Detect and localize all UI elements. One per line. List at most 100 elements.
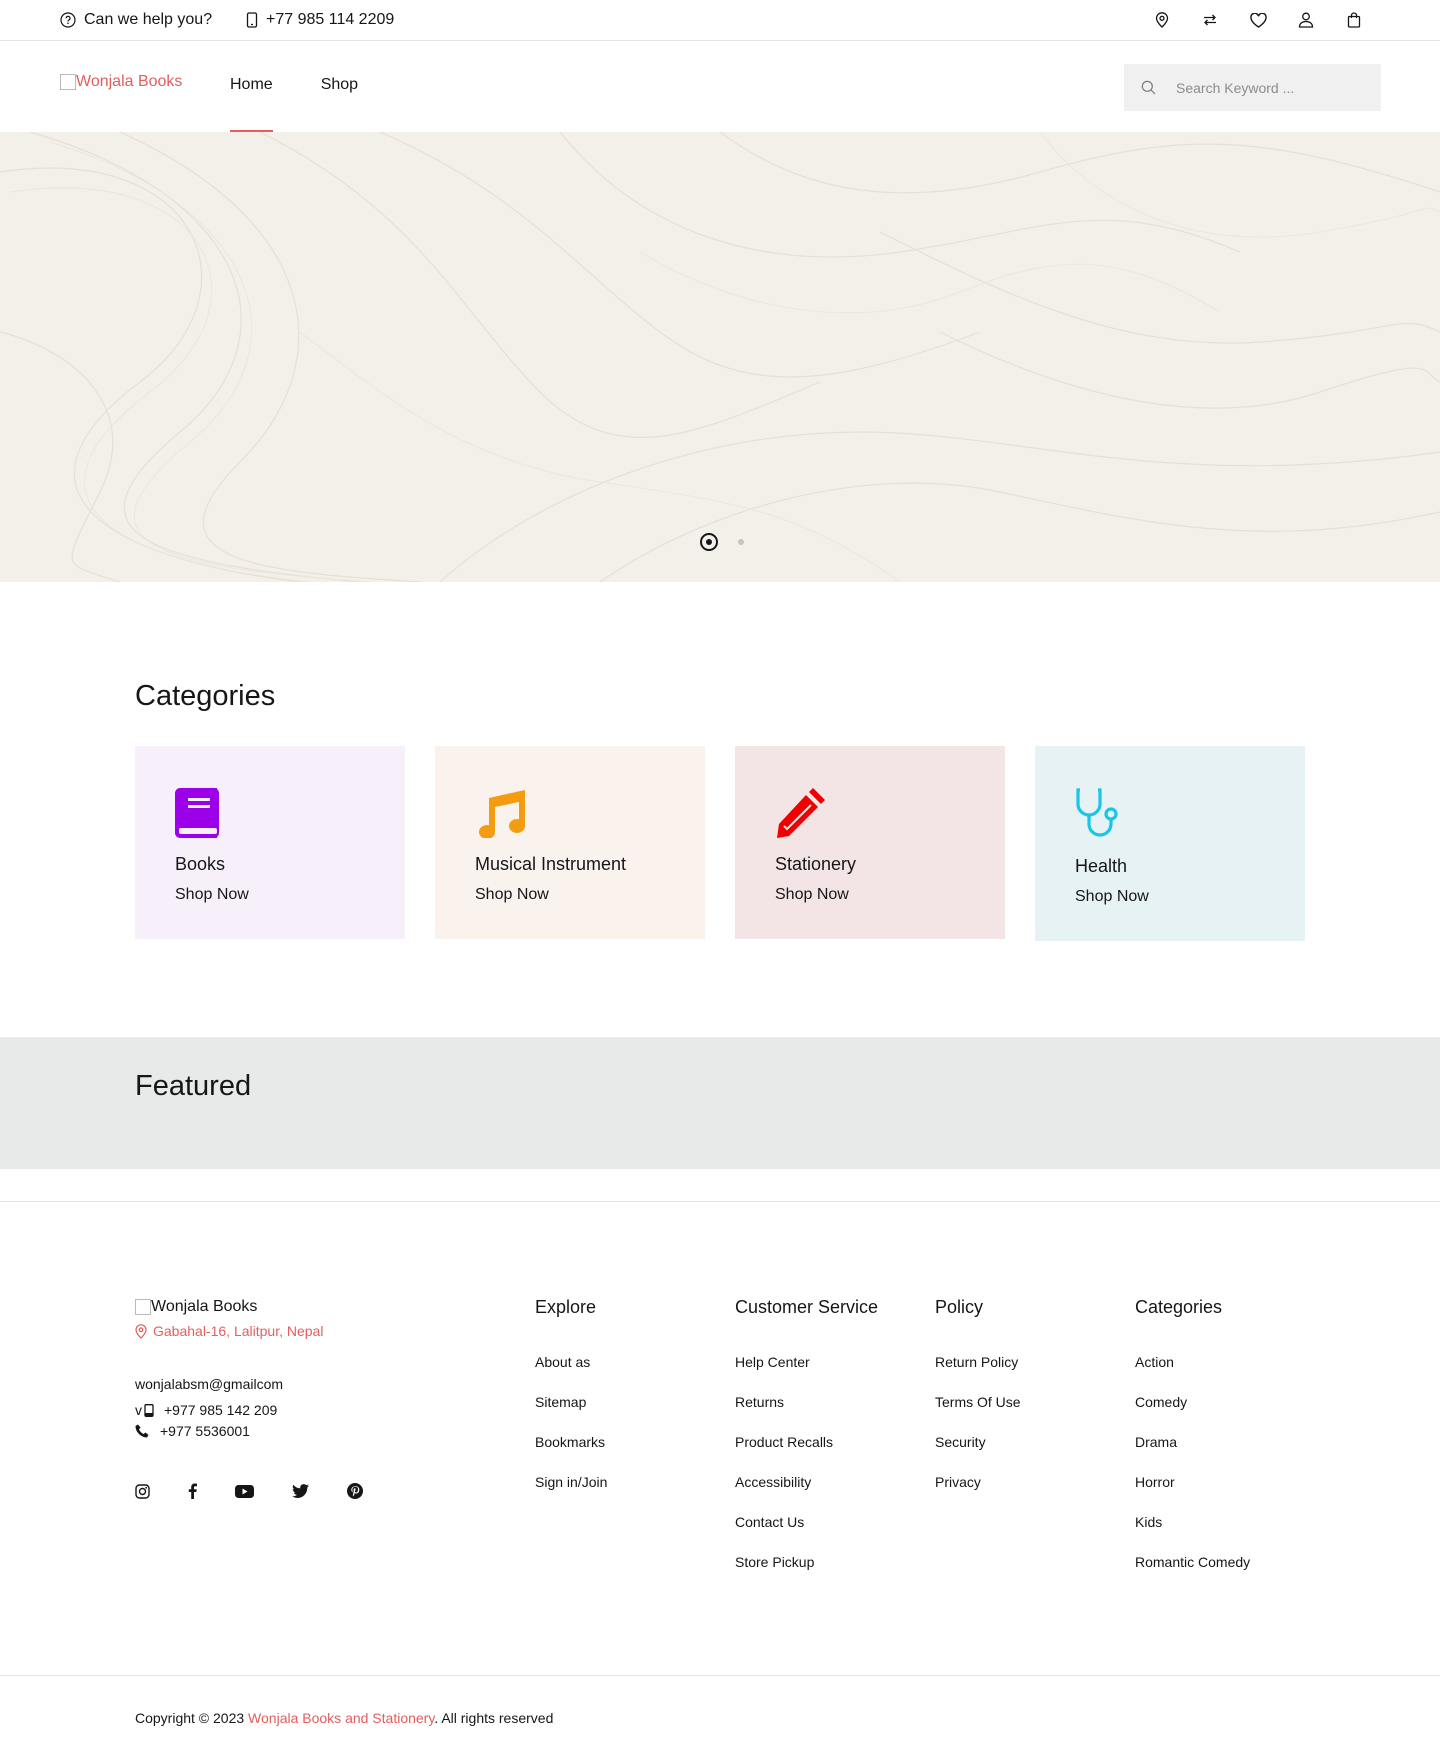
music-note-icon bbox=[475, 788, 525, 838]
footer-link[interactable]: Returns bbox=[735, 1394, 878, 1434]
help-icon bbox=[60, 12, 76, 28]
footer-link[interactable]: Kids bbox=[1135, 1514, 1250, 1554]
footer-email[interactable]: wonjalabsm@gmailcom bbox=[135, 1376, 283, 1392]
instagram-icon[interactable] bbox=[135, 1480, 150, 1502]
compare-icon[interactable] bbox=[1186, 0, 1234, 40]
footer-col-title: Customer Service bbox=[735, 1297, 879, 1317]
pencil-icon bbox=[775, 788, 825, 838]
slider-dot[interactable] bbox=[738, 539, 744, 545]
copyright-divider bbox=[0, 1675, 1440, 1676]
footer-link[interactable]: Sitemap bbox=[535, 1394, 607, 1434]
shop-now-link[interactable]: Shop Now bbox=[775, 886, 849, 904]
footer-link[interactable]: Security bbox=[935, 1434, 1021, 1474]
mobile-icon bbox=[144, 1403, 154, 1417]
category-card-stationery[interactable]: Stationery Shop Now bbox=[735, 746, 1005, 939]
topbar-phone: +77 985 114 2209 bbox=[266, 11, 395, 28]
footer-link[interactable]: Help Center bbox=[735, 1354, 878, 1394]
footer-address: Gabahal-16, Lalitpur, Nepal bbox=[135, 1323, 323, 1339]
footer-link[interactable]: Drama bbox=[1135, 1434, 1250, 1474]
footer-logo-alt: Wonjala Books bbox=[151, 1298, 258, 1315]
footer-telephone[interactable]: +977 5536001 bbox=[135, 1423, 250, 1439]
categories-title: Categories bbox=[135, 680, 276, 712]
hero-slider bbox=[0, 132, 1440, 582]
search-input[interactable] bbox=[1176, 79, 1366, 96]
help-text: Can we help you? bbox=[84, 11, 213, 28]
youtube-icon[interactable] bbox=[235, 1480, 254, 1502]
footer-link[interactable]: Comedy bbox=[1135, 1394, 1250, 1434]
footer-logo[interactable]: Wonjala Books bbox=[135, 1298, 257, 1316]
footer-col-customer-service: Customer Service Help Center Returns Pro… bbox=[735, 1297, 878, 1594]
category-card-musical-instrument[interactable]: Musical Instrument Shop Now bbox=[435, 746, 705, 939]
search-icon[interactable] bbox=[1141, 80, 1156, 95]
broken-image-icon bbox=[135, 1299, 151, 1315]
user-icon[interactable] bbox=[1282, 0, 1330, 40]
footer-link[interactable]: Horror bbox=[1135, 1474, 1250, 1514]
logo-alt-text: Wonjala Books bbox=[76, 73, 183, 90]
footer-col-title: Categories bbox=[1135, 1297, 1223, 1317]
footer-link[interactable]: Return Policy bbox=[935, 1354, 1021, 1394]
footer-link[interactable]: Terms Of Use bbox=[935, 1394, 1021, 1434]
mobile-icon bbox=[246, 12, 258, 28]
main-nav: Home Shop bbox=[230, 41, 406, 132]
phone-icon bbox=[135, 1424, 149, 1438]
mobile-prefix: v bbox=[135, 1402, 142, 1418]
site-logo[interactable]: Wonjala Books bbox=[60, 73, 182, 91]
bag-icon[interactable] bbox=[1330, 0, 1378, 40]
footer-link[interactable]: Contact Us bbox=[735, 1514, 878, 1554]
twitter-icon[interactable] bbox=[292, 1480, 309, 1502]
footer-mobile[interactable]: v +977 985 142 209 bbox=[135, 1402, 277, 1418]
facebook-icon[interactable] bbox=[188, 1480, 197, 1502]
slider-dot-active[interactable] bbox=[700, 533, 718, 551]
category-name: Books bbox=[175, 854, 226, 874]
footer-divider bbox=[0, 1201, 1440, 1202]
broken-image-icon bbox=[60, 74, 76, 90]
social-links bbox=[135, 1480, 401, 1502]
footer-link[interactable]: About as bbox=[535, 1354, 607, 1394]
copyright-suffix: . All rights reserved bbox=[434, 1710, 554, 1726]
nav-home[interactable]: Home bbox=[230, 41, 273, 132]
footer-link[interactable]: Action bbox=[1135, 1354, 1250, 1394]
featured-title: Featured bbox=[135, 1070, 252, 1102]
top-bar: Can we help you? +77 985 114 2209 bbox=[0, 0, 1440, 41]
help-link[interactable]: Can we help you? bbox=[60, 0, 212, 40]
footer-link[interactable]: Romantic Comedy bbox=[1135, 1554, 1250, 1594]
category-name: Musical Instrument bbox=[475, 854, 627, 874]
category-card-health[interactable]: Health Shop Now bbox=[1035, 746, 1305, 941]
main-header: Wonjala Books Home Shop bbox=[0, 41, 1440, 132]
phone-link[interactable]: +77 985 114 2209 bbox=[246, 0, 394, 40]
footer-col-categories: Categories Action Comedy Drama Horror Ki… bbox=[1135, 1297, 1250, 1594]
copyright: Copyright © 2023 Wonjala Books and Stati… bbox=[135, 1710, 553, 1726]
footer-link[interactable]: Privacy bbox=[935, 1474, 1021, 1514]
book-icon bbox=[175, 788, 219, 838]
category-name: Stationery bbox=[775, 854, 857, 874]
copyright-brand-link[interactable]: Wonjala Books and Stationery bbox=[248, 1710, 434, 1726]
stethoscope-icon bbox=[1075, 788, 1121, 840]
slider-dots bbox=[700, 533, 744, 551]
hero-texture bbox=[0, 132, 1440, 582]
category-name: Health bbox=[1075, 856, 1128, 876]
footer-link[interactable]: Store Pickup bbox=[735, 1554, 878, 1594]
heart-icon[interactable] bbox=[1234, 0, 1282, 40]
category-card-books[interactable]: Books Shop Now bbox=[135, 746, 405, 939]
footer-link[interactable]: Accessibility bbox=[735, 1474, 878, 1514]
footer-col-title: Explore bbox=[535, 1297, 597, 1317]
copyright-prefix: Copyright © 2023 bbox=[135, 1710, 249, 1726]
footer-link[interactable]: Sign in/Join bbox=[535, 1474, 607, 1514]
footer-col-title: Policy bbox=[935, 1297, 984, 1317]
search-box bbox=[1124, 64, 1381, 111]
footer-link[interactable]: Product Recalls bbox=[735, 1434, 878, 1474]
pinterest-icon[interactable] bbox=[347, 1480, 363, 1502]
footer-link[interactable]: Bookmarks bbox=[535, 1434, 607, 1474]
shop-now-link[interactable]: Shop Now bbox=[175, 886, 249, 904]
shop-now-link[interactable]: Shop Now bbox=[475, 886, 549, 904]
shop-now-link[interactable]: Shop Now bbox=[1075, 888, 1149, 906]
nav-shop[interactable]: Shop bbox=[321, 41, 358, 132]
location-pin-icon bbox=[135, 1323, 147, 1339]
footer-col-policy: Policy Return Policy Terms Of Use Securi… bbox=[935, 1297, 1021, 1514]
address-text: Gabahal-16, Lalitpur, Nepal bbox=[153, 1323, 324, 1339]
location-icon[interactable] bbox=[1138, 0, 1186, 40]
featured-section: Featured bbox=[0, 1037, 1440, 1169]
mobile-number: +977 985 142 209 bbox=[164, 1402, 278, 1418]
footer-col-explore: Explore About as Sitemap Bookmarks Sign … bbox=[535, 1297, 607, 1514]
telephone-number: +977 5536001 bbox=[160, 1423, 250, 1439]
